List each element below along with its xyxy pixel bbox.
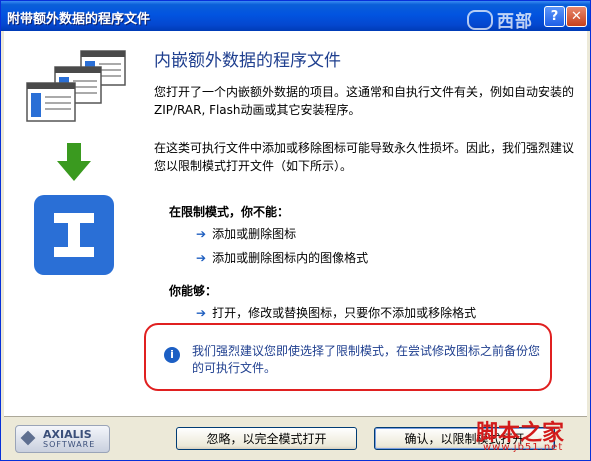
windows-stack-icon xyxy=(26,50,126,122)
intro-paragraph: 您打开了一个内嵌额外数据的项目。这通常和自执行文件有关，例如自动安装的ZIP/R… xyxy=(154,85,575,117)
can-item-label: 打开，修改或替换图标，只要你不添加或移除格式 xyxy=(212,306,477,320)
logo-line2: SOFTWARE xyxy=(43,440,96,449)
axialis-logo: AXIALIS SOFTWARE xyxy=(15,425,110,453)
recommend-paragraph: 在这类可执行文件中添加或移除图标可能导致永久性损坏。因此，我们强烈建议您以限制模… xyxy=(154,141,575,173)
brand-logo-icon xyxy=(467,10,493,30)
cannot-item-label: 添加或删除图标内的图像格式 xyxy=(212,251,369,265)
dialog-window: 附带额外数据的程序文件 西部 ? ✕ 内嵌额外数据的程序文件 您打开了一个内嵌额… xyxy=(0,0,591,461)
cannot-item-label: 添加或删除图标 xyxy=(212,227,297,241)
close-button[interactable]: ✕ xyxy=(566,6,587,27)
cannot-item: ➔ 添加或删除图标 xyxy=(196,225,296,242)
open-full-mode-button[interactable]: 忽略，以完全模式打开 xyxy=(176,427,357,450)
arrow-right-icon: ➔ xyxy=(196,306,207,320)
arrow-right-icon: ➔ xyxy=(196,251,207,265)
help-button[interactable]: ? xyxy=(544,6,565,27)
restricted-heading: 在限制模式，你不能： xyxy=(169,205,290,219)
axialis-mark-icon xyxy=(20,430,36,446)
app-i-icon xyxy=(34,195,114,275)
brand-text: 西部 xyxy=(497,12,533,32)
cannot-item: ➔ 添加或删除图标内的图像格式 xyxy=(196,249,368,266)
can-heading: 你能够： xyxy=(169,284,218,298)
arrow-right-icon: ➔ xyxy=(196,227,207,241)
window-front xyxy=(26,82,76,122)
down-arrow-icon xyxy=(57,143,91,181)
can-item: ➔ 打开，修改或替换图标，只要你不添加或移除格式 xyxy=(196,304,476,321)
warning-text: 我们强烈建议您即使选择了限制模式，在尝试修改图标之前备份您的可执行文件。 xyxy=(192,344,541,375)
window-title: 附带额外数据的程序文件 xyxy=(7,12,151,27)
info-icon: i xyxy=(164,347,180,363)
warning-box: i 我们强烈建议您即使选择了限制模式，在尝试修改图标之前备份您的可执行文件。 xyxy=(144,323,552,391)
title-bar[interactable]: 附带额外数据的程序文件 西部 ? ✕ xyxy=(1,1,590,32)
dialog-heading: 内嵌额外数据的程序文件 xyxy=(154,51,341,71)
site-watermark-url: www.jb51.net xyxy=(483,442,564,453)
content-panel: 内嵌额外数据的程序文件 您打开了一个内嵌额外数据的项目。这通常和自执行文件有关，… xyxy=(4,31,587,416)
brand-watermark: 西部 xyxy=(467,7,533,32)
